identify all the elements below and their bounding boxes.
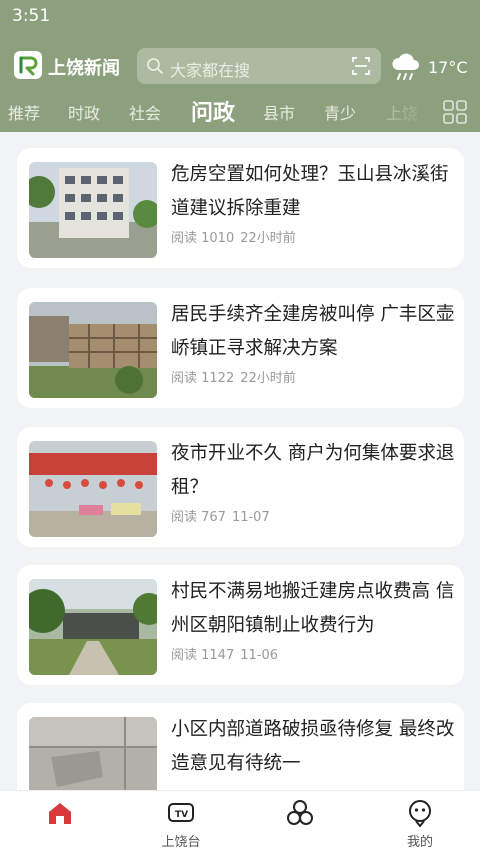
publish-time: 22小时前 <box>240 231 296 246</box>
publish-time: 22小时前 <box>240 371 296 386</box>
article-title: 村民不满易地搬迁建房点收费高 信州区朝阳镇制止收费行为 <box>171 581 455 636</box>
scan-icon[interactable] <box>351 56 371 80</box>
profile-icon <box>406 799 434 831</box>
tab-politics[interactable]: 时政 <box>68 100 100 124</box>
status-time: 3:51 <box>12 6 51 26</box>
nav-tv-label: 上饶台 <box>161 835 201 850</box>
article-thumbnail <box>29 441 157 537</box>
article-title: 小区内部道路破损亟待修复 最终改造意见有待统一 <box>171 719 455 774</box>
top-header: 3:51 上饶新闻 大家都在搜 17°C 推荐 时政 社会 问政 县市 青少 <box>0 0 480 132</box>
nav-profile[interactable]: 我的 <box>380 791 460 853</box>
tab-wenzheng[interactable]: 问政 <box>191 96 235 127</box>
publish-time: 11-07 <box>231 510 270 525</box>
tv-icon: TV <box>167 799 195 831</box>
read-count: 阅读 1147 <box>171 648 235 663</box>
article-title: 居民手续齐全建房被叫停 广丰区壶峤镇正寻求解决方案 <box>171 304 455 359</box>
article-thumbnail <box>29 579 157 675</box>
nav-profile-label: 我的 <box>406 835 433 850</box>
article-meta: 阅读 1122 22小时前 <box>171 367 296 386</box>
grid-menu-icon[interactable] <box>443 100 467 128</box>
tab-counties[interactable]: 县市 <box>263 100 295 124</box>
read-count: 阅读 1122 <box>171 371 235 386</box>
nav-circles[interactable] <box>260 791 340 853</box>
search-placeholder: 大家都在搜 <box>170 61 251 80</box>
tab-youth[interactable]: 青少 <box>324 100 356 124</box>
article-meta: 阅读 767 11-07 <box>171 506 270 525</box>
nav-home[interactable] <box>20 791 100 853</box>
nav-shangrao-tv[interactable]: TV 上饶台 <box>141 791 221 853</box>
article-meta: 阅读 1010 22小时前 <box>171 227 296 246</box>
article-thumbnail <box>29 162 157 258</box>
read-count: 阅读 1010 <box>171 231 235 246</box>
cloud-rain-icon <box>390 52 422 86</box>
search-icon <box>146 57 164 79</box>
svg-text:TV: TV <box>175 810 188 820</box>
article-card[interactable]: 危房空置如何处理？玉山县冰溪街道建议拆除重建 阅读 1010 22小时前 <box>17 148 464 268</box>
category-tabs: 推荐 时政 社会 问政 县市 青少 上饶 <box>0 96 440 128</box>
circles-icon <box>286 799 314 831</box>
article-card[interactable]: 居民手续齐全建房被叫停 广丰区壶峤镇正寻求解决方案 阅读 1122 22小时前 <box>17 288 464 408</box>
app-logo-icon <box>14 51 42 79</box>
app-title: 上饶新闻 <box>48 58 120 79</box>
article-title: 危房空置如何处理？玉山县冰溪街道建议拆除重建 <box>171 164 449 219</box>
publish-time: 11-06 <box>240 648 278 663</box>
tab-society[interactable]: 社会 <box>129 100 161 124</box>
tab-fade <box>380 96 440 128</box>
tab-recommend[interactable]: 推荐 <box>8 100 40 124</box>
search-bar[interactable]: 大家都在搜 <box>137 48 381 84</box>
bottom-nav: TV 上饶台 我的 <box>0 790 480 853</box>
article-card[interactable]: 村民不满易地搬迁建房点收费高 信州区朝阳镇制止收费行为 阅读 1147 11-06 <box>17 565 464 685</box>
temperature: 17°C <box>428 58 468 77</box>
read-count: 阅读 767 <box>171 510 226 525</box>
article-meta: 阅读 1147 11-06 <box>171 644 278 663</box>
article-thumbnail <box>29 302 157 398</box>
article-card[interactable]: 夜市开业不久 商户为何集体要求退租？ 阅读 767 11-07 <box>17 427 464 547</box>
article-title: 夜市开业不久 商户为何集体要求退租？ <box>171 443 455 498</box>
home-icon <box>46 799 74 831</box>
